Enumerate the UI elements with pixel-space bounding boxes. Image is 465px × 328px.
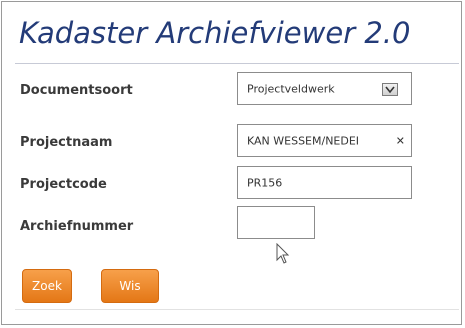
- projectcode-input[interactable]: PR156: [237, 166, 412, 199]
- projectnaam-value: KAN WESSEM/NEDEI: [247, 134, 360, 147]
- projectnaam-label: Projectnaam: [20, 135, 113, 150]
- clear-button[interactable]: Wis: [101, 269, 159, 303]
- documentsoort-value: Projectveldwerk: [247, 82, 335, 95]
- mouse-pointer-icon: [276, 242, 290, 270]
- documentsoort-select[interactable]: Projectveldwerk: [237, 72, 412, 105]
- archiefnummer-label: Archiefnummer: [20, 219, 134, 234]
- archiefnummer-input[interactable]: [237, 206, 315, 239]
- close-icon[interactable]: ✕: [396, 134, 405, 147]
- projectcode-label: Projectcode: [20, 177, 107, 192]
- footer-divider: [15, 309, 459, 310]
- archiefviewer-panel: Kadaster Archiefviewer 2.0 Documentsoort…: [1, 1, 462, 325]
- projectnaam-input[interactable]: KAN WESSEM/NEDEI ✕: [237, 124, 412, 157]
- projectcode-value: PR156: [247, 176, 283, 189]
- chevron-down-icon[interactable]: [382, 83, 398, 96]
- title-divider: [15, 63, 459, 64]
- app-title: Kadaster Archiefviewer 2.0: [19, 16, 411, 50]
- documentsoort-label: Documentsoort: [20, 83, 133, 98]
- search-button[interactable]: Zoek: [22, 269, 72, 303]
